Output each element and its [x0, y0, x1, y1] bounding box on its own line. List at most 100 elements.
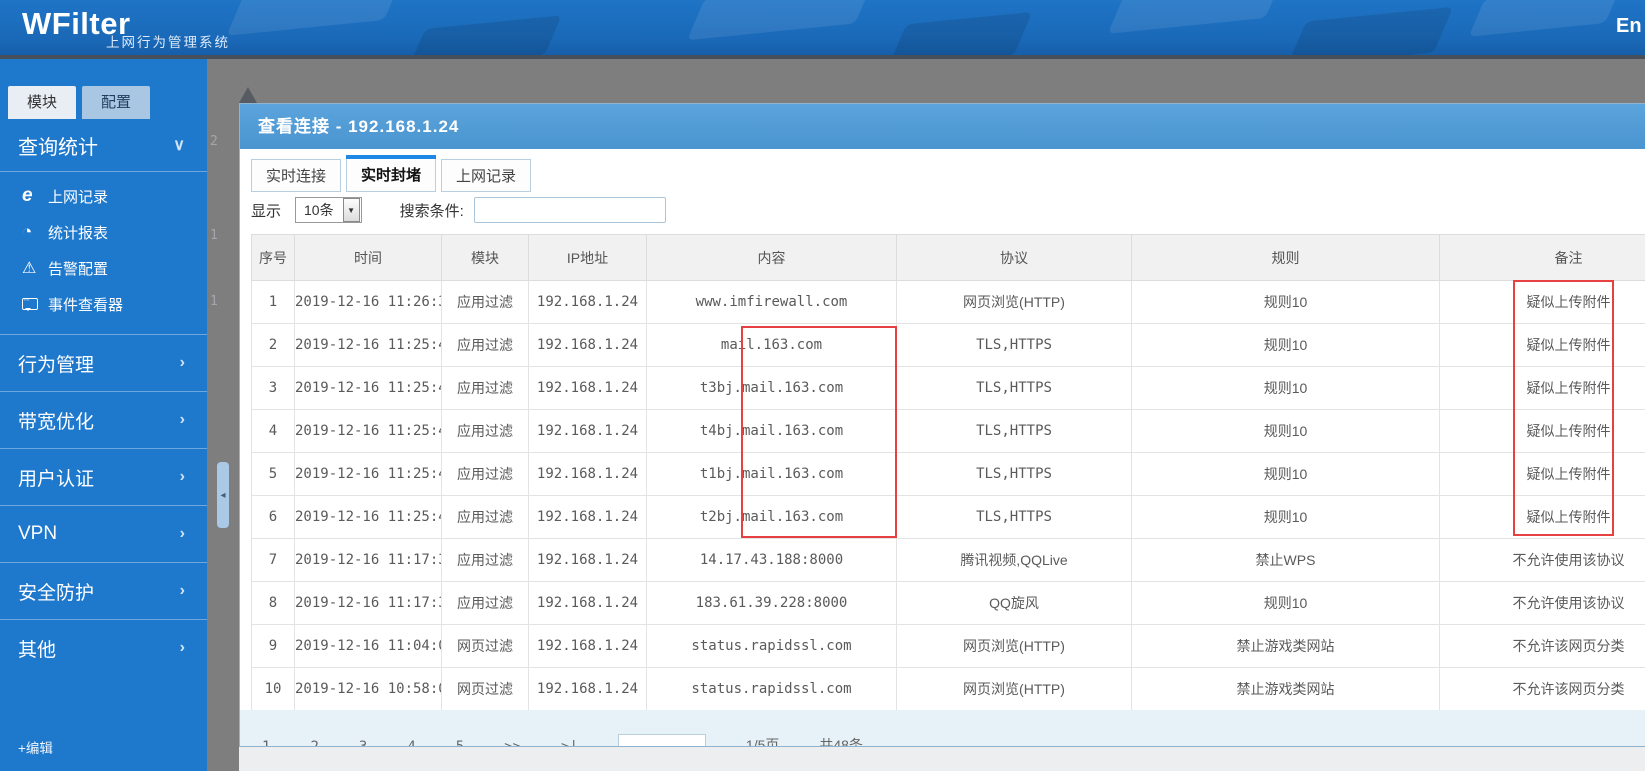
sidebar-section-label: 带宽优化: [18, 411, 95, 433]
chevron-right-icon: ›: [179, 354, 185, 371]
chevron-right-icon: ›: [179, 468, 185, 485]
column-header-内容: 内容: [646, 234, 897, 281]
sidebar-item-label: 统计报表: [48, 224, 109, 242]
cell-规则: 规则10: [1131, 581, 1440, 625]
page-number-1[interactable]: 1: [262, 739, 270, 746]
cell-备注: 不允许使用该协议: [1439, 581, 1645, 625]
table-row: 4 2019-12-16 11:25:47 应用过滤 192.168.1.24 t4bj…: [251, 409, 1645, 453]
cell-模块: 应用过滤: [441, 366, 529, 410]
cell-IP地址: 192.168.1.24: [528, 581, 647, 625]
search-input[interactable]: [473, 197, 666, 223]
dialog-tab-实时封堵[interactable]: 实时封堵: [346, 155, 437, 192]
sidebar-section-其他[interactable]: 其他 ›: [0, 619, 207, 676]
sidebar-section-label: 其他: [18, 639, 57, 661]
sidebar-item-统计报表[interactable]: 统计报表: [0, 214, 207, 250]
cell-协议: 网页浏览(HTTP): [896, 280, 1132, 324]
page-number-3[interactable]: 3: [359, 739, 367, 746]
comment-icon: [22, 295, 38, 311]
cell-备注: 不允许该网页分类: [1439, 667, 1645, 711]
cell-时间: 2019-12-16 11:17:34: [294, 538, 442, 582]
sidebar-edit-link[interactable]: +编辑: [18, 737, 53, 757]
cell-备注: 不允许该网页分类: [1439, 624, 1645, 668]
pie-chart-icon: [22, 222, 48, 242]
chevron-down-icon[interactable]: ▼: [342, 198, 360, 222]
backdrop-row-number: 1: [210, 228, 218, 243]
column-header-模块: 模块: [441, 234, 529, 281]
page-number-2[interactable]: 2: [310, 739, 318, 746]
total-count-label: 共48条: [819, 737, 863, 747]
cell-IP地址: 192.168.1.24: [528, 624, 647, 668]
sidebar-tab-配置[interactable]: 配置: [82, 86, 150, 119]
cell-IP地址: 192.168.1.24: [528, 366, 647, 410]
cell-内容: 183.61.39.228:8000: [646, 581, 897, 625]
cell-备注: 疑似上传附件: [1439, 409, 1645, 453]
cell-协议: TLS,HTTPS: [896, 495, 1132, 539]
sidebar: 模块配置 查询统计∨上网记录统计报表告警配置事件查看器行为管理›带宽优化›用户认…: [0, 59, 207, 771]
cell-协议: 网页浏览(HTTP): [896, 667, 1132, 711]
sidebar-item-告警配置[interactable]: 告警配置: [0, 250, 207, 286]
table-row: 1 2019-12-16 11:26:39 应用过滤 192.168.1.24 www.…: [251, 280, 1645, 324]
sidebar-item-上网记录[interactable]: 上网记录: [0, 178, 207, 214]
page-number-5[interactable]: 5: [456, 739, 464, 746]
table-row: 9 2019-12-16 11:04:05 网页过滤 192.168.1.24 stat…: [251, 624, 1645, 668]
language-switch-link[interactable]: En: [1616, 15, 1642, 38]
goto-page-input[interactable]: [617, 734, 706, 746]
table-row: 6 2019-12-16 11:25:47 应用过滤 192.168.1.24 t2bj…: [251, 495, 1645, 539]
sidebar-section-安全防护[interactable]: 安全防护 ›: [0, 562, 207, 619]
page-number-4[interactable]: 4: [407, 739, 415, 746]
table-row: 7 2019-12-16 11:17:34 应用过滤 192.168.1.24 14.1…: [251, 538, 1645, 582]
cell-序号: 3: [251, 366, 295, 410]
dialog-tab-实时连接[interactable]: 实时连接: [251, 159, 342, 192]
sidebar-section-带宽优化[interactable]: 带宽优化 ›: [0, 391, 207, 448]
view-connections-dialog: 查看连接 - 192.168.1.24 实时连接 实时封堵 上网记录 显示 10条 …: [239, 103, 1645, 747]
dialog-toolbar: 显示 10条 ▼ 搜索条件:: [251, 197, 666, 223]
cell-序号: 9: [251, 624, 295, 668]
pie-chart-icon: [22, 222, 32, 242]
next-group-button[interactable]: >>: [504, 739, 521, 746]
page-size-select[interactable]: 10条 ▼: [295, 197, 362, 223]
sidebar-tab-模块[interactable]: 模块: [8, 86, 76, 119]
cell-规则: 规则10: [1131, 452, 1440, 496]
cell-模块: 应用过滤: [441, 538, 529, 582]
cell-模块: 应用过滤: [441, 452, 529, 496]
sidebar-section-label: 安全防护: [18, 582, 95, 604]
sidebar-item-label: 事件查看器: [48, 296, 124, 314]
dialog-title: 查看连接 - 192.168.1.24: [240, 104, 1645, 149]
keyboard-art-decoration: [0, 0, 1645, 55]
cell-时间: 2019-12-16 11:04:05: [294, 624, 442, 668]
cell-序号: 1: [251, 280, 295, 324]
sidebar-item-label: 上网记录: [48, 188, 109, 206]
cell-内容: www.imfirewall.com: [646, 280, 897, 324]
cell-规则: 规则10: [1131, 366, 1440, 410]
cell-规则: 规则10: [1131, 409, 1440, 453]
table-row: 5 2019-12-16 11:25:47 应用过滤 192.168.1.24 t1bj…: [251, 452, 1645, 496]
cell-协议: TLS,HTTPS: [896, 323, 1132, 367]
sidebar-collapse-handle[interactable]: [217, 462, 229, 528]
sidebar-section-行为管理[interactable]: 行为管理 ›: [0, 334, 207, 391]
cell-模块: 网页过滤: [441, 667, 529, 711]
sidebar-section-用户认证[interactable]: 用户认证 ›: [0, 448, 207, 505]
cell-IP地址: 192.168.1.24: [528, 323, 647, 367]
column-header-时间: 时间: [294, 234, 442, 281]
warning-icon: [22, 258, 48, 278]
cell-时间: 2019-12-16 10:58:07: [294, 667, 442, 711]
page-info-label: 1/5页: [745, 737, 780, 747]
cell-IP地址: 192.168.1.24: [528, 280, 647, 324]
table-row: 3 2019-12-16 11:25:47 应用过滤 192.168.1.24 t3bj…: [251, 366, 1645, 410]
sidebar-section-label: VPN: [18, 523, 58, 544]
sidebar-section-label: 查询统计: [18, 136, 98, 159]
cell-IP地址: 192.168.1.24: [528, 495, 647, 539]
last-page-button[interactable]: >|: [561, 739, 578, 746]
dialog-tab-上网记录[interactable]: 上网记录: [441, 159, 532, 192]
cell-规则: 规则10: [1131, 495, 1440, 539]
cell-时间: 2019-12-16 11:25:49: [294, 323, 442, 367]
sidebar-section-query-stats[interactable]: 查询统计 ∨: [0, 119, 207, 171]
sidebar-section-VPN[interactable]: VPN ›: [0, 505, 207, 562]
cell-时间: 2019-12-16 11:25:47: [294, 495, 442, 539]
pagination-bar: 1 2 3 4 5 >> >| 1/5页 共48条: [240, 710, 1645, 747]
cell-规则: 规则10: [1131, 280, 1440, 324]
sidebar-item-事件查看器[interactable]: 事件查看器: [0, 286, 207, 322]
cell-模块: 应用过滤: [441, 280, 529, 324]
cell-内容: status.rapidssl.com: [646, 667, 897, 711]
cell-序号: 7: [251, 538, 295, 582]
